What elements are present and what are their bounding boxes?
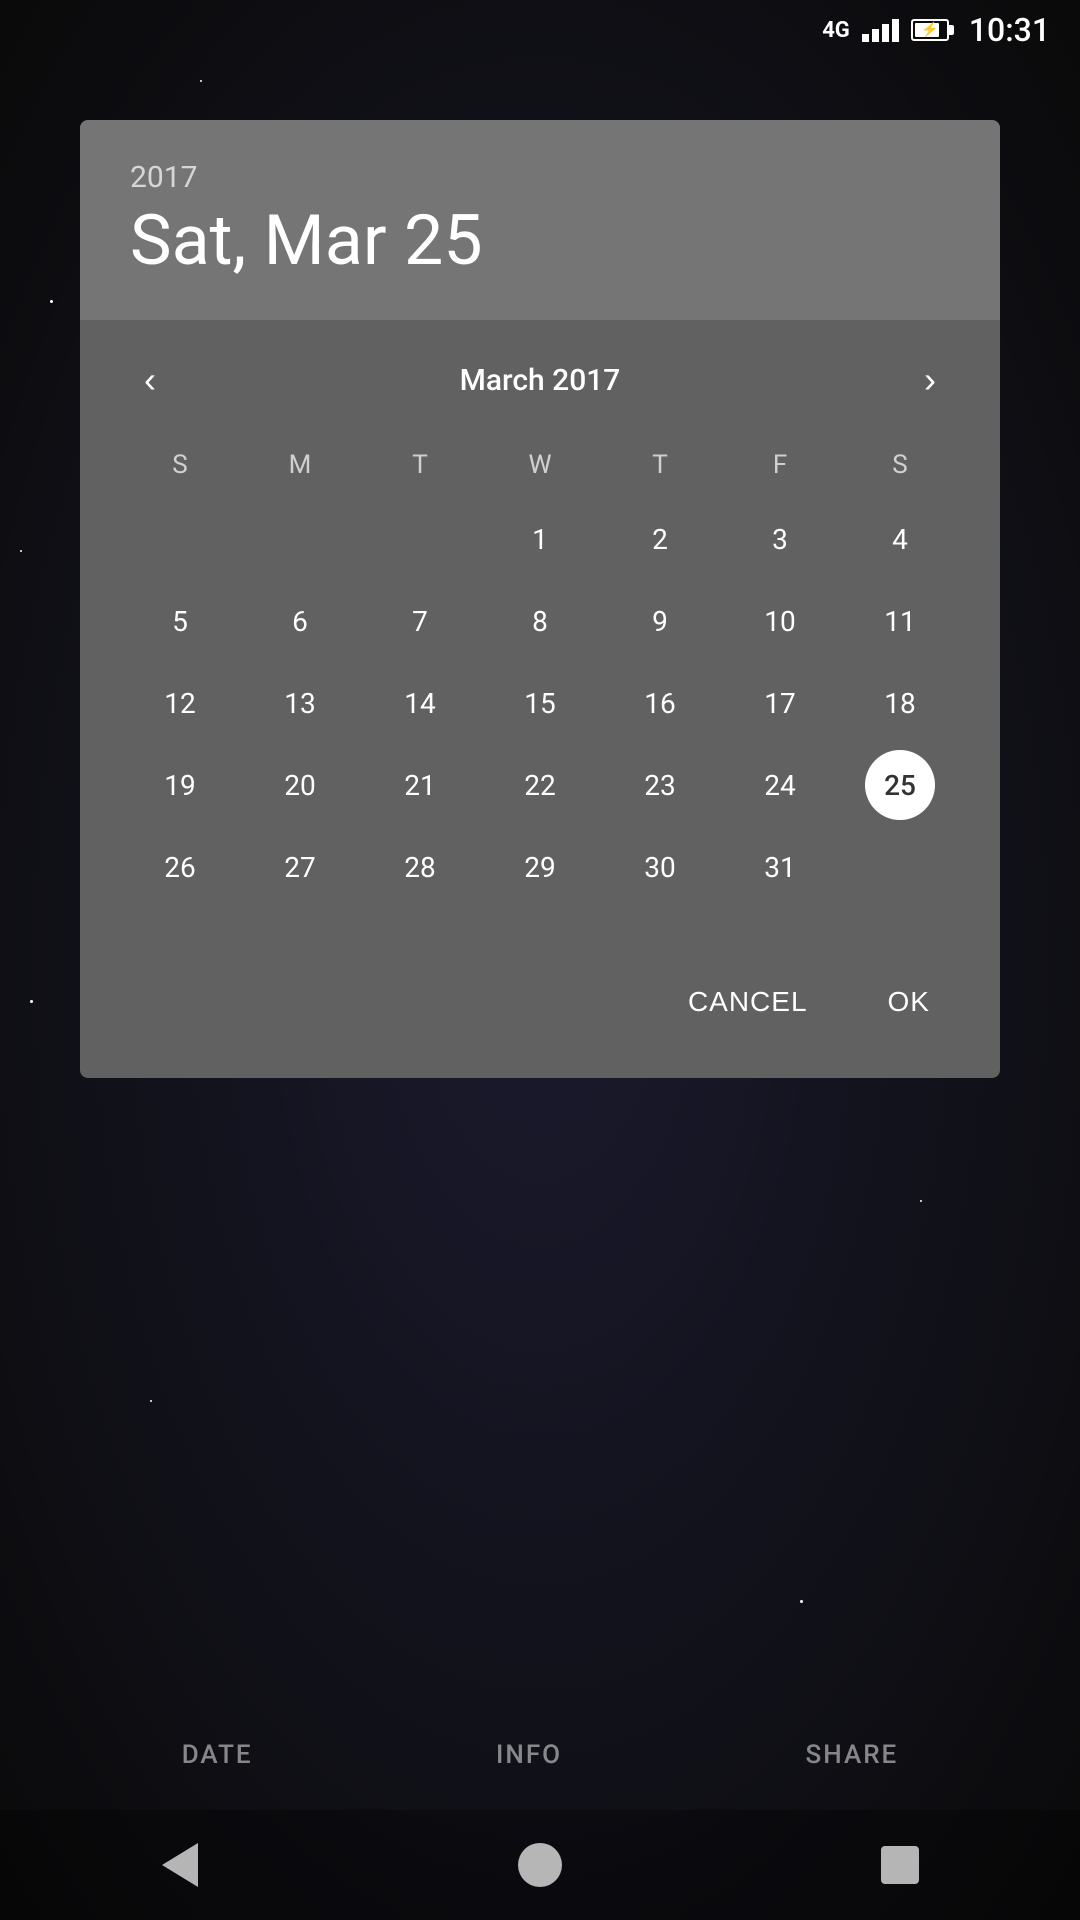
- star: [20, 550, 22, 552]
- calendar-day-23[interactable]: 23: [625, 750, 695, 820]
- calendar-day-15[interactable]: 15: [505, 668, 575, 738]
- battery-icon: ⚡: [911, 19, 949, 41]
- signal-bar-3: [882, 24, 889, 42]
- signal-bars: [862, 19, 899, 42]
- status-bar: 4G ⚡ 10:31: [0, 0, 1080, 60]
- date-picker-dialog: 2017 Sat, Mar 25 ‹ March 2017 › S M T W …: [80, 120, 1000, 1078]
- calendar-day-6[interactable]: 6: [265, 586, 335, 656]
- next-month-button[interactable]: ›: [900, 350, 960, 410]
- dialog-header: 2017 Sat, Mar 25: [80, 120, 1000, 320]
- time-display: 10:31: [969, 11, 1050, 49]
- star: [30, 1000, 33, 1003]
- calendar-day-27[interactable]: 27: [265, 832, 335, 902]
- calendar-day-28[interactable]: 28: [385, 832, 455, 902]
- selected-date: Sat, Mar 25: [130, 203, 950, 280]
- calendar-day-3[interactable]: 3: [745, 504, 815, 574]
- month-navigation: ‹ March 2017 ›: [120, 350, 960, 410]
- calendar-day-16[interactable]: 16: [625, 668, 695, 738]
- calendar-day-empty: [865, 832, 935, 902]
- calendar-day-17[interactable]: 17: [745, 668, 815, 738]
- calendar-day-9[interactable]: 9: [625, 586, 695, 656]
- signal-bar-4: [892, 19, 899, 42]
- bottom-navigation: DATE INFO SHARE: [0, 1710, 1080, 1800]
- calendar-day-4[interactable]: 4: [865, 504, 935, 574]
- calendar-day-19[interactable]: 19: [145, 750, 215, 820]
- system-navigation: [0, 1810, 1080, 1920]
- calendar-day-11[interactable]: 11: [865, 586, 935, 656]
- star: [150, 1400, 152, 1402]
- calendar-day-29[interactable]: 29: [505, 832, 575, 902]
- calendar-day-26[interactable]: 26: [145, 832, 215, 902]
- ok-button[interactable]: OK: [858, 966, 960, 1038]
- calendar-day-empty: [145, 504, 215, 574]
- dialog-actions: CANCEL OK: [80, 946, 1000, 1078]
- calendar-day-1[interactable]: 1: [505, 504, 575, 574]
- calendar-day-25[interactable]: 25: [865, 750, 935, 820]
- day-header-mon: M: [240, 440, 360, 490]
- calendar-day-20[interactable]: 20: [265, 750, 335, 820]
- star: [50, 300, 53, 303]
- calendar-day-8[interactable]: 8: [505, 586, 575, 656]
- cancel-button[interactable]: CANCEL: [658, 966, 838, 1038]
- signal-type: 4G: [822, 18, 850, 43]
- bottom-nav-share[interactable]: SHARE: [806, 1740, 899, 1770]
- calendar-day-7[interactable]: 7: [385, 586, 455, 656]
- day-header-thu: T: [600, 440, 720, 490]
- star: [800, 1600, 803, 1603]
- calendar-day-empty: [385, 504, 455, 574]
- calendar-body: ‹ March 2017 › S M T W T F S 12345678910…: [80, 320, 1000, 946]
- day-header-sat: S: [840, 440, 960, 490]
- calendar-day-30[interactable]: 30: [625, 832, 695, 902]
- star: [920, 1200, 922, 1202]
- calendar-grid: 1234567891011121314151617181920212223242…: [120, 500, 960, 906]
- bottom-nav-info[interactable]: INFO: [496, 1740, 562, 1770]
- back-icon: [162, 1843, 198, 1887]
- signal-bar-1: [862, 34, 869, 42]
- status-icons: 4G ⚡ 10:31: [822, 11, 1050, 49]
- day-headers: S M T W T F S: [120, 440, 960, 490]
- calendar-day-22[interactable]: 22: [505, 750, 575, 820]
- month-year-label: March 2017: [460, 363, 621, 398]
- home-button[interactable]: [510, 1835, 570, 1895]
- home-icon: [518, 1843, 562, 1887]
- calendar-day-21[interactable]: 21: [385, 750, 455, 820]
- signal-bar-2: [872, 29, 879, 42]
- calendar-day-2[interactable]: 2: [625, 504, 695, 574]
- calendar-day-10[interactable]: 10: [745, 586, 815, 656]
- selected-year: 2017: [130, 160, 950, 195]
- prev-month-button[interactable]: ‹: [120, 350, 180, 410]
- calendar-day-13[interactable]: 13: [265, 668, 335, 738]
- calendar-day-5[interactable]: 5: [145, 586, 215, 656]
- calendar-day-18[interactable]: 18: [865, 668, 935, 738]
- day-header-fri: F: [720, 440, 840, 490]
- day-header-wed: W: [480, 440, 600, 490]
- calendar-day-24[interactable]: 24: [745, 750, 815, 820]
- star: [200, 80, 202, 82]
- recents-icon: [881, 1846, 919, 1884]
- calendar-day-31[interactable]: 31: [745, 832, 815, 902]
- day-header-tue: T: [360, 440, 480, 490]
- calendar-day-empty: [265, 504, 335, 574]
- bolt-icon: ⚡: [921, 22, 938, 38]
- calendar-day-12[interactable]: 12: [145, 668, 215, 738]
- calendar-day-14[interactable]: 14: [385, 668, 455, 738]
- day-header-sun: S: [120, 440, 240, 490]
- recents-button[interactable]: [870, 1835, 930, 1895]
- back-button[interactable]: [150, 1835, 210, 1895]
- bottom-nav-date[interactable]: DATE: [182, 1740, 253, 1770]
